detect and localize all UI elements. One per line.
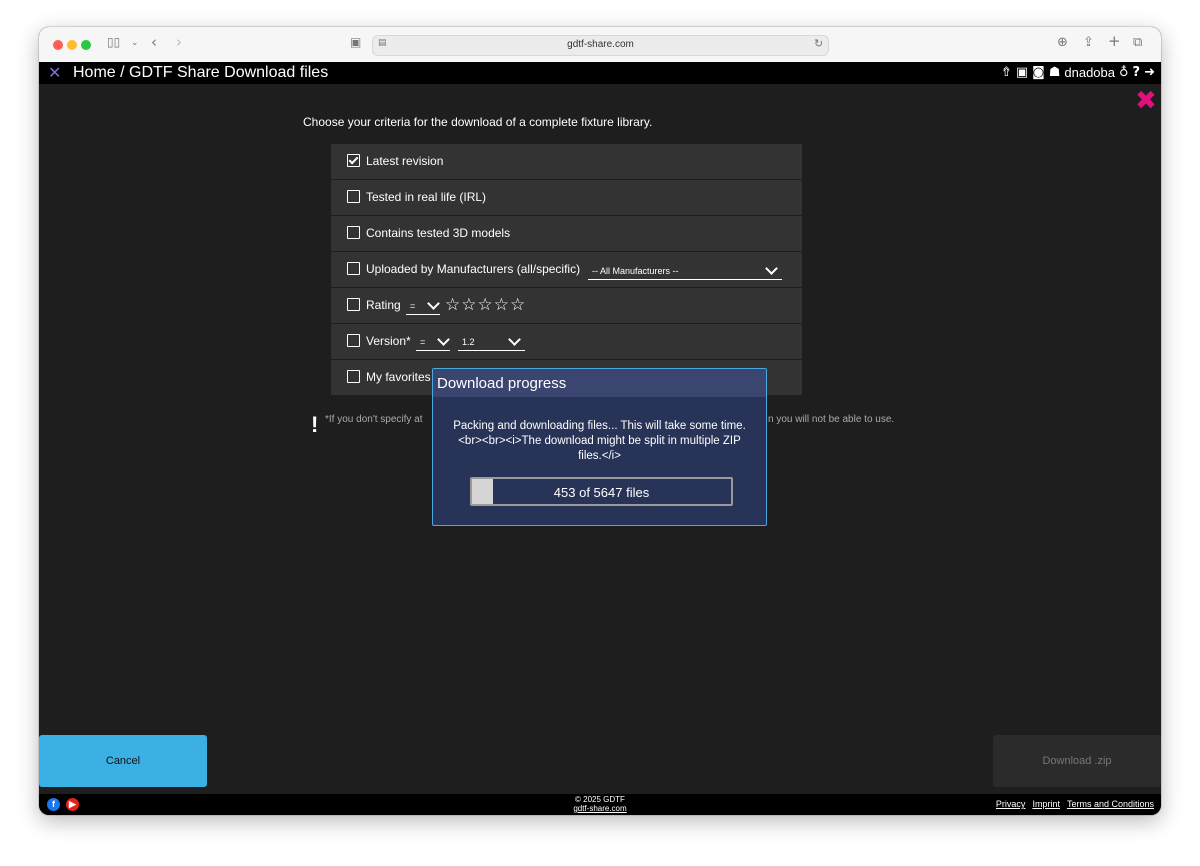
new-tab-icon[interactable]: +: [1108, 32, 1121, 50]
site-favicon-icon: ▣: [350, 35, 362, 49]
help-icon[interactable]: ?: [1133, 65, 1141, 80]
latest-revision-checkbox[interactable]: [347, 154, 360, 167]
save-icon[interactable]: ▣: [1016, 65, 1028, 80]
lightbulb-icon[interactable]: ♁: [1119, 65, 1129, 80]
note-right: n you will not be able to use.: [768, 414, 895, 425]
favorites-checkbox[interactable]: [347, 370, 360, 383]
footer-links: Privacy Imprint Terms and Conditions: [996, 799, 1154, 809]
url-text: gdtf-share.com: [567, 39, 634, 50]
copyright-text: © 2025 GDTF: [575, 795, 625, 804]
chevron-down-icon: [508, 333, 521, 346]
user-icon[interactable]: ☗: [1049, 65, 1061, 80]
criteria-latest-revision[interactable]: Latest revision: [331, 144, 802, 179]
username[interactable]: dnadoba: [1064, 65, 1115, 80]
reload-icon[interactable]: ↻: [814, 37, 823, 50]
download-progress-dialog: Download progress Packing and downloadin…: [432, 368, 767, 526]
cancel-button[interactable]: Cancel: [39, 735, 207, 787]
header-actions: ⇮ ▣ ◙ ☗ dnadoba ♁ ? ➜: [1001, 65, 1155, 80]
dialog-title: Download progress: [437, 375, 567, 392]
site-footer: f ▶ © 2025 GDTF gdtf-share.com Privacy I…: [39, 794, 1161, 815]
manufacturer-select[interactable]: -- All Manufacturers --: [588, 261, 782, 280]
rating-stars[interactable]: ☆☆☆☆☆: [445, 295, 526, 315]
chevron-down-icon[interactable]: ⌄: [131, 38, 139, 48]
footer-site-link[interactable]: gdtf-share.com: [39, 804, 1161, 813]
back-icon[interactable]: ‹: [151, 33, 157, 51]
criteria-rating[interactable]: Rating = ☆☆☆☆☆: [331, 288, 802, 323]
3d-models-label: Contains tested 3D models: [366, 226, 511, 240]
intro-text: Choose your criteria for the download of…: [303, 115, 653, 129]
criteria-version[interactable]: Version* = 1.2: [331, 324, 802, 359]
criteria-3d-models[interactable]: Contains tested 3D models: [331, 216, 802, 251]
note-left: *If you don't specify at: [325, 414, 423, 425]
share-icon[interactable]: ⇪: [1083, 35, 1094, 50]
downloads-icon[interactable]: ⊕: [1057, 35, 1068, 50]
manufacturers-label: Uploaded by Manufacturers (all/specific): [366, 262, 581, 276]
dialog-header: Download progress: [433, 369, 766, 397]
3d-models-checkbox[interactable]: [347, 226, 360, 239]
rating-operator-value: =: [410, 301, 416, 311]
manufacturer-select-value: -- All Manufacturers --: [592, 266, 679, 276]
close-window-button[interactable]: [53, 40, 63, 50]
sidebar-toggle-icon[interactable]: ▯▯: [107, 35, 120, 49]
browser-window: ▯▯ ⌄ ‹ › ▣ ▤ gdtf-share.com ↻ ⊕ ⇪ + ⧉ ✕ …: [39, 27, 1161, 815]
camera-icon[interactable]: ◙: [1032, 65, 1045, 80]
rating-operator-select[interactable]: =: [406, 296, 440, 315]
address-bar[interactable]: ▤ gdtf-share.com ↻: [372, 35, 829, 56]
privacy-link[interactable]: Privacy: [996, 799, 1026, 809]
forward-icon[interactable]: ›: [176, 33, 182, 51]
imprint-link[interactable]: Imprint: [1032, 799, 1060, 809]
progress-text: 453 of 5647 files: [553, 485, 650, 500]
version-checkbox[interactable]: [347, 334, 360, 347]
download-progress-bar: 453 of 5647 files: [470, 477, 733, 506]
version-select[interactable]: 1.2: [458, 332, 525, 351]
criteria-list: Latest revision Tested in real life (IRL…: [331, 144, 802, 396]
close-icon[interactable]: ✖: [1135, 86, 1157, 116]
latest-revision-label: Latest revision: [366, 154, 444, 168]
terms-link[interactable]: Terms and Conditions: [1067, 799, 1154, 809]
warning-icon: !: [311, 412, 319, 437]
dialog-message: Packing and downloading files... This wi…: [453, 420, 746, 462]
version-label: Version*: [366, 334, 411, 348]
favorites-label: My favorites: [366, 370, 431, 384]
version-select-value: 1.2: [462, 337, 475, 347]
browser-toolbar: ▯▯ ⌄ ‹ › ▣ ▤ gdtf-share.com ↻ ⊕ ⇪ + ⧉: [39, 27, 1161, 63]
criteria-manufacturers[interactable]: Uploaded by Manufacturers (all/specific)…: [331, 252, 802, 287]
site-header: ✕ Home / GDTF Share Download files ⇮ ▣ ◙…: [39, 62, 1161, 84]
upload-icon[interactable]: ⇮: [1001, 65, 1012, 80]
download-zip-button[interactable]: Download .zip: [993, 735, 1161, 787]
irl-checkbox[interactable]: [347, 190, 360, 203]
chevron-down-icon: [437, 333, 450, 346]
version-operator-select[interactable]: =: [416, 332, 450, 351]
version-operator-value: =: [420, 337, 426, 347]
criteria-irl[interactable]: Tested in real life (IRL): [331, 180, 802, 215]
copyright: © 2025 GDTF gdtf-share.com: [39, 795, 1161, 813]
rating-checkbox[interactable]: [347, 298, 360, 311]
irl-label: Tested in real life (IRL): [366, 190, 487, 204]
gdtf-logo-icon[interactable]: ✕: [48, 63, 61, 82]
breadcrumb[interactable]: Home / GDTF Share Download files: [73, 64, 328, 82]
chevron-down-icon: [765, 262, 778, 275]
rating-label: Rating: [366, 298, 401, 312]
logout-icon[interactable]: ➜: [1144, 65, 1155, 80]
manufacturers-checkbox[interactable]: [347, 262, 360, 275]
chevron-down-icon: [427, 297, 440, 310]
tab-overview-icon[interactable]: ⧉: [1133, 35, 1142, 50]
main-content: ✖ Choose your criteria for the download …: [39, 84, 1161, 794]
minimize-window-button[interactable]: [67, 40, 77, 50]
zoom-window-button[interactable]: [81, 40, 91, 50]
